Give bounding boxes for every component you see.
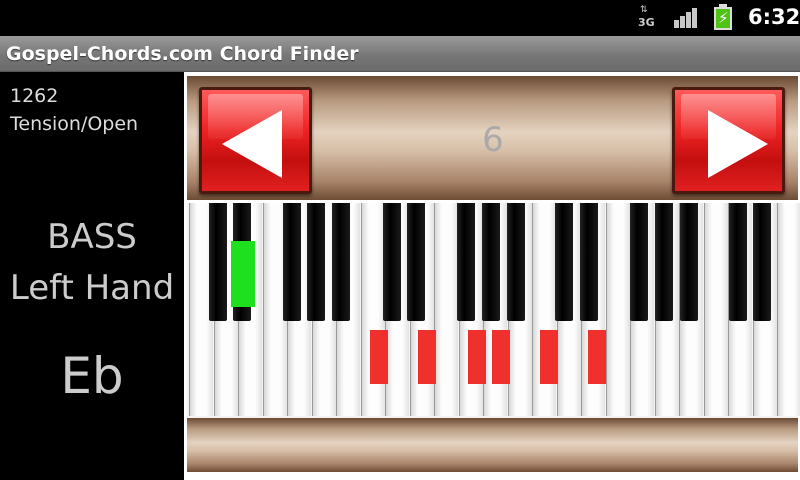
status-bar: ⇅ 3G ⚡ 6:32 bbox=[0, 0, 800, 36]
next-chord-button[interactable] bbox=[672, 87, 785, 194]
battery-charging-icon: ⚡ bbox=[712, 4, 734, 30]
chord-note-marker bbox=[588, 330, 606, 384]
app-title: Gospel-Chords.com Chord Finder bbox=[6, 43, 359, 65]
white-key[interactable] bbox=[360, 203, 385, 416]
chord-note-marker bbox=[370, 330, 388, 384]
signal-bars-icon bbox=[673, 6, 699, 28]
chord-note-marker bbox=[468, 330, 486, 384]
black-key[interactable] bbox=[332, 203, 350, 321]
status-time: 6:32 bbox=[748, 5, 800, 29]
network-3g-icon: ⇅ 3G bbox=[638, 5, 655, 30]
white-key[interactable] bbox=[703, 203, 728, 416]
black-key[interactable] bbox=[307, 203, 325, 321]
white-key[interactable] bbox=[777, 203, 800, 416]
chord-voicing: Tension/Open bbox=[10, 113, 139, 135]
white-key[interactable] bbox=[434, 203, 458, 416]
previous-chord-button[interactable] bbox=[199, 87, 312, 194]
black-key[interactable] bbox=[209, 203, 227, 321]
black-key[interactable] bbox=[555, 203, 573, 321]
black-key[interactable] bbox=[655, 203, 673, 321]
chord-note-marker bbox=[492, 330, 510, 384]
black-key[interactable] bbox=[729, 203, 747, 321]
white-key[interactable] bbox=[605, 203, 630, 416]
chord-note-marker bbox=[418, 330, 436, 384]
black-key[interactable] bbox=[482, 203, 500, 321]
bass-note-marker bbox=[231, 241, 255, 307]
black-key[interactable] bbox=[407, 203, 425, 321]
black-key[interactable] bbox=[580, 203, 598, 321]
hand-label: Left Hand bbox=[9, 268, 175, 308]
black-key[interactable] bbox=[457, 203, 475, 321]
black-key[interactable] bbox=[680, 203, 698, 321]
black-key[interactable] bbox=[383, 203, 401, 321]
title-bar: Gospel-Chords.com Chord Finder bbox=[0, 36, 800, 72]
black-key[interactable] bbox=[630, 203, 648, 321]
bass-note: Eb bbox=[60, 347, 124, 405]
chord-number: 1262 bbox=[10, 85, 59, 107]
wood-footer bbox=[187, 418, 798, 472]
arrow-right-icon bbox=[708, 110, 768, 178]
chord-note-marker bbox=[540, 330, 558, 384]
white-key[interactable] bbox=[532, 203, 556, 416]
chord-info-panel: 1262 Tension/Open BASS Left Hand Eb bbox=[0, 72, 184, 480]
piano-keyboard[interactable] bbox=[187, 203, 800, 418]
chord-index: 6 bbox=[482, 120, 504, 160]
black-key[interactable] bbox=[753, 203, 771, 321]
black-key[interactable] bbox=[283, 203, 301, 321]
arrow-left-icon bbox=[222, 110, 282, 178]
bass-label: BASS bbox=[47, 217, 137, 257]
black-key[interactable] bbox=[507, 203, 525, 321]
